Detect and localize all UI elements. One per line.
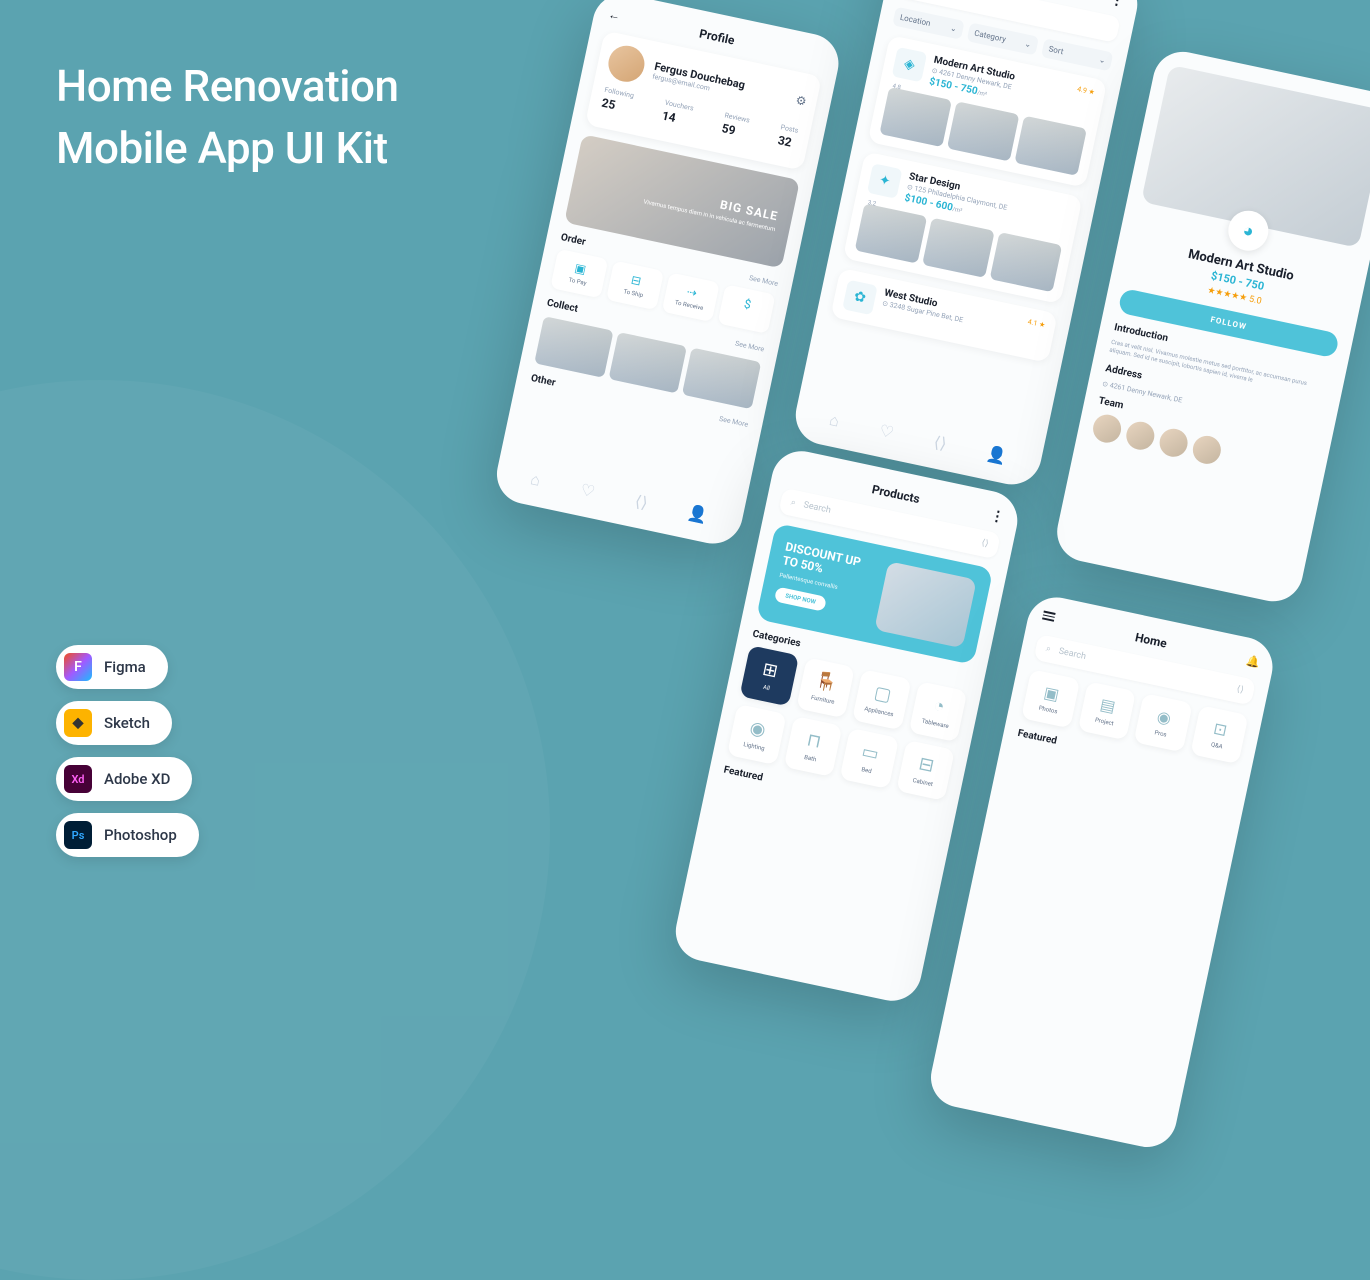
scan-icon[interactable]: ⟨⟩ [980, 538, 989, 549]
filter-sort[interactable]: Sort⌄ [1041, 38, 1113, 71]
tab-qa[interactable]: ⊡Q&A [1190, 705, 1249, 764]
tool-xd: Xd Adobe XD [56, 757, 192, 801]
chevron-down-icon: ⌄ [1098, 55, 1106, 65]
nav-heart-icon[interactable]: ♡ [579, 480, 597, 503]
nav-home-icon[interactable]: ⌂ [827, 410, 841, 432]
tool-ps: Ps Photoshop [56, 813, 199, 857]
order-to-receive[interactable]: ⇢To Receive [662, 272, 720, 322]
chevron-down-icon: ⌄ [949, 23, 957, 33]
promo-image [874, 561, 977, 648]
team-avatar[interactable] [1124, 419, 1157, 452]
scan-icon[interactable]: ⟨⟩ [1236, 684, 1245, 695]
category-appliances[interactable]: ▢Appliances [852, 669, 911, 730]
category-lighting[interactable]: ◉Lighting [727, 704, 786, 765]
tools-list: F Figma ◆ Sketch Xd Adobe XD Ps Photosho… [56, 645, 199, 857]
tab-pros[interactable]: ◉Pros [1134, 693, 1193, 752]
team-avatar[interactable] [1157, 426, 1190, 459]
search-icon: ⌕ [1045, 644, 1052, 655]
tool-figma: F Figma [56, 645, 168, 689]
bell-icon[interactable]: 🔔 [1245, 654, 1261, 670]
hamburger-icon[interactable] [1042, 610, 1056, 621]
gear-icon[interactable]: ⚙ [794, 93, 807, 109]
nav-scan-icon[interactable]: ⟨⟩ [633, 491, 649, 513]
nav-profile-icon[interactable]: 👤 [985, 443, 1009, 467]
ps-icon: Ps [64, 821, 92, 849]
order-to-ship[interactable]: ⊟To Ship [606, 261, 664, 311]
category-all[interactable]: ⊞All [739, 645, 798, 706]
company-logo-icon: ◈ [892, 47, 928, 83]
tab-photos[interactable]: ▣Photos [1021, 669, 1080, 728]
title-line1: Home Renovation [56, 60, 398, 112]
nav-scan-icon[interactable]: ⟨⟩ [932, 432, 948, 454]
nav-profile-icon[interactable]: 👤 [686, 503, 710, 527]
pin-icon: ⊙ [1102, 380, 1109, 389]
more-icon[interactable]: ⋮ [1109, 0, 1126, 10]
category-bed[interactable]: ▭Bed [839, 728, 898, 789]
category-cabinet[interactable]: ⊟Cabinet [896, 740, 955, 801]
title-line2: Mobile App UI Kit [56, 122, 388, 174]
nav-home-icon[interactable]: ⌂ [529, 469, 543, 491]
filter-category[interactable]: Category⌄ [967, 22, 1039, 55]
chevron-down-icon: ⌄ [1024, 39, 1032, 49]
pin-icon: ⊙ [881, 299, 888, 308]
figma-icon: F [64, 653, 92, 681]
sketch-icon: ◆ [64, 709, 92, 737]
nav-heart-icon[interactable]: ♡ [877, 421, 895, 444]
back-icon[interactable]: ← [607, 7, 622, 23]
company-logo-icon: ✦ [867, 163, 903, 199]
shop-now-button[interactable]: SHOP NOW [774, 586, 827, 611]
xd-icon: Xd [64, 765, 92, 793]
filter-location[interactable]: Location⌄ [892, 7, 964, 40]
pin-icon: ⊙ [931, 66, 938, 75]
tab-project[interactable]: ▤Project [1077, 681, 1136, 740]
more-icon[interactable]: ⋮ [989, 507, 1006, 526]
category-bath[interactable]: ⊓Bath [783, 716, 842, 777]
team-avatar[interactable] [1091, 412, 1124, 445]
category-furniture[interactable]: 🪑Furniture [796, 657, 855, 718]
company-logo-icon: ✿ [842, 280, 878, 316]
tool-sketch: ◆ Sketch [56, 701, 172, 745]
category-tableware[interactable]: ◔Tableware [908, 681, 967, 742]
search-icon: ⌕ [790, 498, 797, 509]
team-avatar[interactable] [1190, 433, 1223, 466]
pin-icon: ⊙ [906, 183, 913, 192]
order-to-pay[interactable]: ▣To Pay [550, 249, 608, 299]
